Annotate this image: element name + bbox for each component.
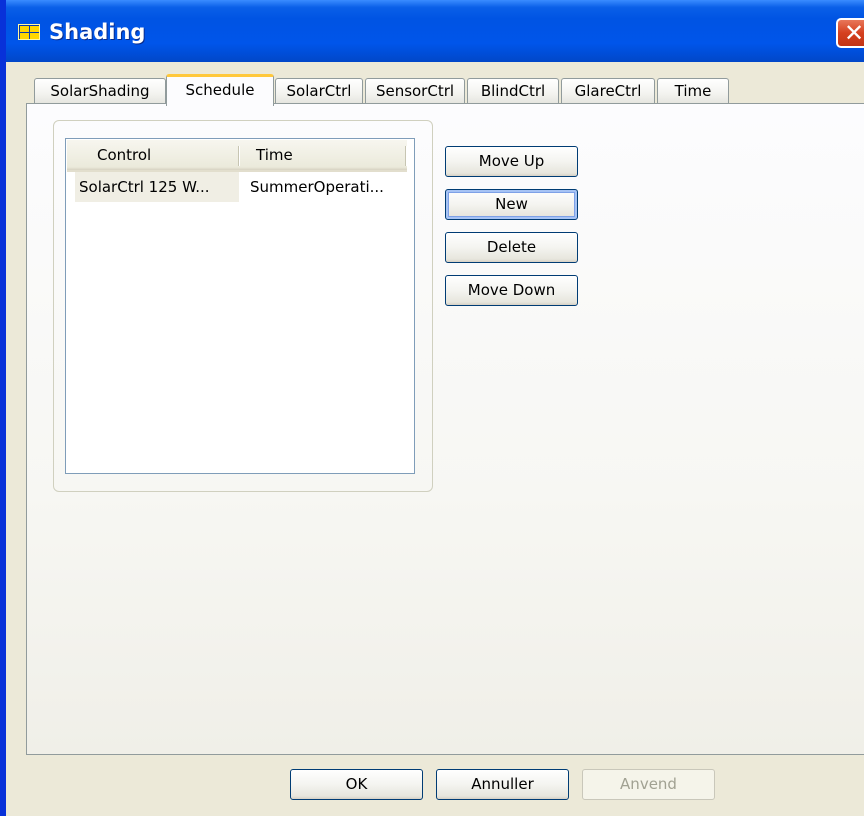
- schedule-list[interactable]: Control Time SolarCtrl 125 W... SummerOp…: [65, 138, 415, 474]
- tab-label: BlindCtrl: [480, 82, 546, 100]
- ok-button[interactable]: OK: [290, 769, 423, 800]
- window-title: Shading: [49, 20, 146, 44]
- move-up-button[interactable]: Move Up: [445, 146, 578, 177]
- apply-button: Anvend: [582, 769, 715, 800]
- tab-glarectrl[interactable]: GlareCtrl: [561, 78, 655, 104]
- delete-button[interactable]: Delete: [445, 232, 578, 263]
- dialog-window: Shading ✕ SolarShading Schedule SolarCtr…: [0, 0, 864, 816]
- tab-label: Time: [674, 82, 712, 100]
- close-icon: ✕: [843, 19, 864, 47]
- table-row[interactable]: SolarCtrl 125 W... SummerOperati...: [67, 172, 407, 202]
- tab-blindctrl[interactable]: BlindCtrl: [467, 78, 559, 104]
- tab-label: Schedule: [185, 81, 255, 99]
- tab-label: SolarShading: [50, 82, 150, 100]
- move-down-button[interactable]: Move Down: [445, 275, 578, 306]
- column-header-control[interactable]: Control: [67, 140, 239, 170]
- tab-schedule[interactable]: Schedule: [166, 74, 274, 106]
- cancel-button[interactable]: Annuller: [436, 769, 569, 800]
- title-bar[interactable]: Shading ✕: [6, 0, 864, 62]
- tab-label: SolarCtrl: [286, 82, 352, 100]
- tab-solarctrl[interactable]: SolarCtrl: [275, 78, 363, 104]
- window-grid-icon: [18, 24, 40, 40]
- list-header: Control Time: [67, 140, 407, 172]
- row-control-cell: SolarCtrl 125 W...: [75, 172, 239, 202]
- tab-panel-schedule: Control Time SolarCtrl 125 W... SummerOp…: [26, 103, 864, 755]
- tab-label: GlareCtrl: [574, 82, 642, 100]
- close-button[interactable]: ✕: [836, 18, 864, 48]
- row-time-cell: SummerOperati...: [250, 178, 384, 196]
- column-divider[interactable]: [405, 146, 407, 166]
- column-header-time[interactable]: Time: [240, 140, 405, 170]
- tab-solarshading[interactable]: SolarShading: [34, 78, 166, 104]
- tab-sensorctrl[interactable]: SensorCtrl: [365, 78, 465, 104]
- new-button[interactable]: New: [445, 189, 578, 220]
- tab-time[interactable]: Time: [657, 78, 729, 104]
- tab-label: SensorCtrl: [375, 82, 455, 100]
